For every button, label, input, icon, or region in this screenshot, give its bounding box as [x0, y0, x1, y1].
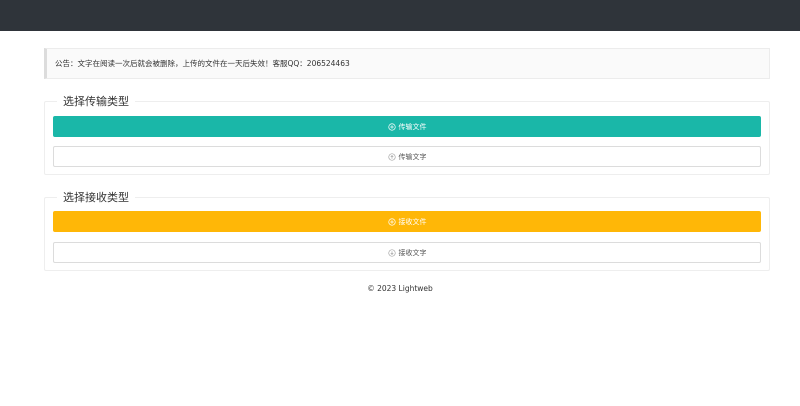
send-type-section: 选择传输类型 传输文件 传输文字	[44, 94, 770, 175]
receive-section-title: 选择接收类型	[57, 190, 135, 205]
announcement-text: 公告：文字在阅读一次后就会被删除，上传的文件在一天后失效！客服QQ：206524…	[55, 59, 350, 68]
receive-text-label: 接收文字	[398, 248, 427, 257]
download-circle-icon	[387, 248, 396, 257]
plus-circle-icon	[387, 122, 396, 131]
footer-copyright: © 2023 Lightweb	[367, 284, 433, 293]
send-section-title: 选择传输类型	[57, 94, 135, 109]
send-file-label: 传输文件	[398, 122, 427, 131]
receive-file-button[interactable]: 接收文件	[53, 211, 761, 232]
top-navbar	[0, 0, 800, 31]
announcement-banner: 公告：文字在阅读一次后就会被删除，上传的文件在一天后失效！客服QQ：206524…	[44, 48, 770, 79]
receive-type-section: 选择接收类型 接收文件 接收文字	[44, 190, 770, 271]
upload-circle-icon	[387, 152, 396, 161]
receive-text-button[interactable]: 接收文字	[53, 242, 761, 263]
send-text-label: 传输文字	[398, 152, 427, 161]
send-file-button[interactable]: 传输文件	[53, 116, 761, 137]
plus-circle-icon	[387, 217, 396, 226]
receive-file-label: 接收文件	[398, 217, 427, 226]
send-text-button[interactable]: 传输文字	[53, 146, 761, 167]
